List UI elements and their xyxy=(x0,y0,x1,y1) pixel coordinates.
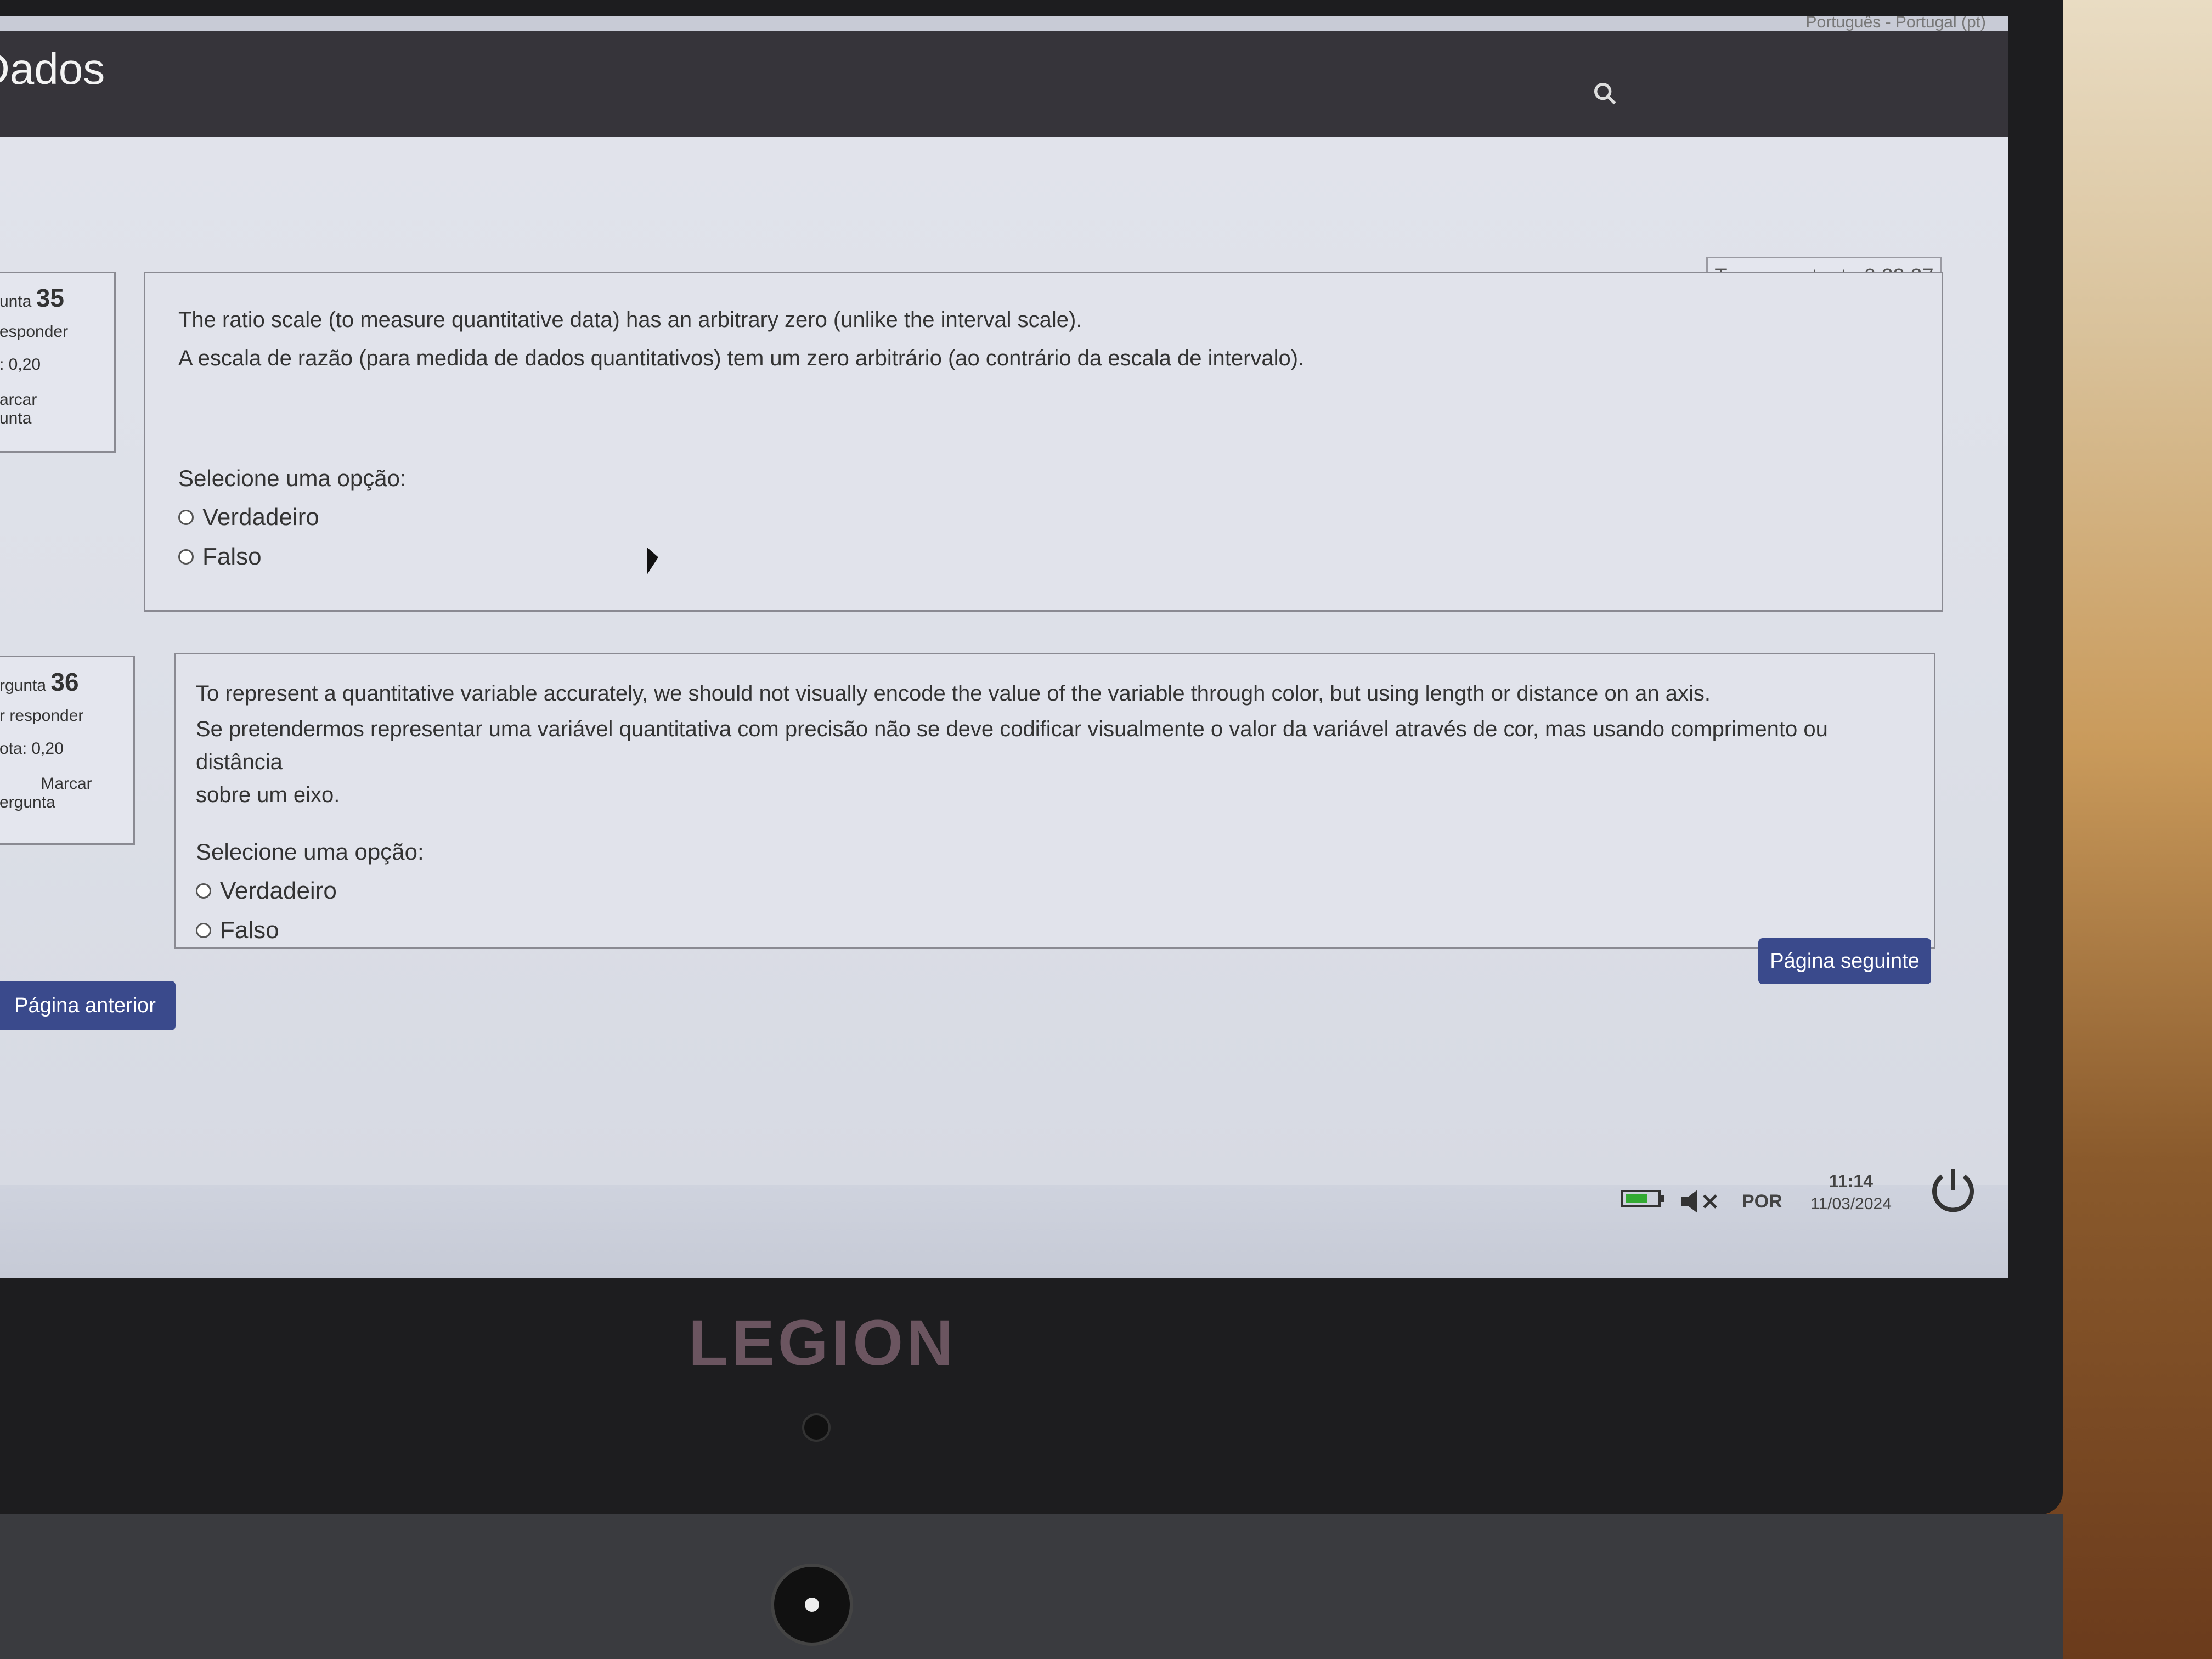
laptop-bezel: Português - Portugal (pt) Dados Tempo re… xyxy=(0,0,2063,1514)
top-navbar: Português - Portugal (pt) Dados xyxy=(0,16,2008,137)
keyboard-language[interactable]: POR xyxy=(1742,1188,1782,1215)
search-icon[interactable] xyxy=(1591,80,1620,108)
site-title[interactable]: Dados xyxy=(0,44,105,94)
brand-logo: LEGION xyxy=(689,1307,957,1379)
question-box-35: The ratio scale (to measure quantitative… xyxy=(144,272,1943,612)
question-grade: ota: 0,20 xyxy=(0,740,64,758)
select-prompt: Selecione uma opção: xyxy=(178,465,407,491)
clock-time: 11:14 xyxy=(1829,1171,1873,1191)
question-text-en: To represent a quantitative variable acc… xyxy=(196,681,1711,706)
volume-muted-icon[interactable] xyxy=(1679,1188,1723,1215)
next-page-button[interactable]: Página seguinte xyxy=(1758,938,1931,984)
option-falso[interactable]: Falso xyxy=(196,917,1914,944)
webcam xyxy=(802,1413,831,1442)
hardware-power-button[interactable] xyxy=(771,1564,853,1646)
question-text-pt-line2: sobre um eixo. xyxy=(196,783,340,807)
question-text-pt-line1: Se pretendermos representar uma variável… xyxy=(196,717,1828,774)
flag-question-link[interactable]: arcar unta xyxy=(0,391,114,428)
radio-icon[interactable] xyxy=(196,923,211,938)
question-info-35: unta 35 esponder : 0,20 arcar unta xyxy=(0,272,116,453)
keyboard xyxy=(0,1514,2063,1659)
question-text-pt: A escala de razão (para medida de dados … xyxy=(178,346,1305,370)
question-status: r responder xyxy=(0,707,84,725)
language-selector[interactable]: Português - Portugal (pt) xyxy=(1806,16,1987,32)
top-strip: Português - Portugal (pt) xyxy=(0,16,2008,31)
mouse-cursor-icon xyxy=(647,548,658,576)
question-info-36: rgunta 36 r responder ota: 0,20 Marcar e… xyxy=(0,656,135,845)
screen: Português - Portugal (pt) Dados Tempo re… xyxy=(0,16,2008,1278)
question-number-line: unta 35 xyxy=(0,284,64,312)
question-number: 35 xyxy=(36,284,64,312)
question-box-36: To represent a quantitative variable acc… xyxy=(174,653,1936,949)
previous-page-button[interactable]: Página anterior xyxy=(0,981,176,1030)
battery-icon[interactable] xyxy=(1621,1188,1665,1210)
radio-icon[interactable] xyxy=(178,549,194,565)
option-verdadeiro[interactable]: Verdadeiro xyxy=(178,504,1909,531)
radio-icon[interactable] xyxy=(178,510,194,525)
question-number: 36 xyxy=(50,668,79,696)
question-status: esponder xyxy=(0,323,69,341)
clock[interactable]: 11:14 11/03/2024 xyxy=(1810,1171,1892,1214)
question-text-en: The ratio scale (to measure quantitative… xyxy=(178,308,1082,332)
clock-date: 11/03/2024 xyxy=(1810,1195,1892,1213)
power-icon[interactable] xyxy=(1926,1163,1980,1218)
radio-icon[interactable] xyxy=(196,883,211,899)
select-prompt: Selecione uma opção: xyxy=(196,839,424,865)
option-falso[interactable]: Falso xyxy=(178,543,1909,571)
question-number-line: rgunta 36 xyxy=(0,668,79,696)
flag-question-link[interactable]: Marcar ergunta xyxy=(0,775,133,812)
background-wall xyxy=(2036,0,2212,1659)
question-grade: : 0,20 xyxy=(0,356,41,374)
option-verdadeiro[interactable]: Verdadeiro xyxy=(196,877,1914,905)
